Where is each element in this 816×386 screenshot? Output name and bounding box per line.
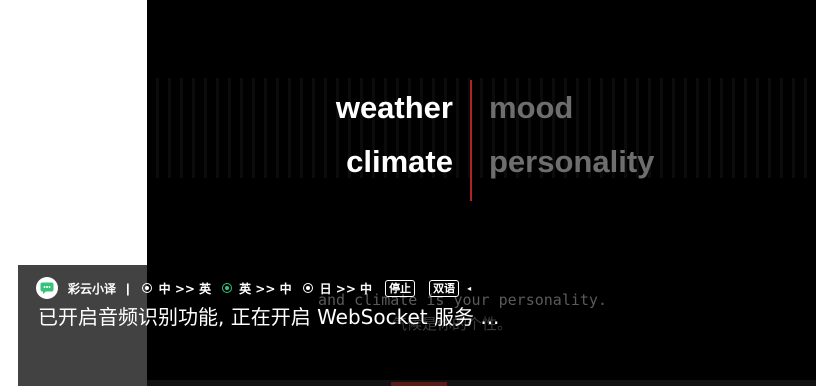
caiyun-logo-icon [36, 277, 58, 299]
video-progress-fill [391, 382, 447, 386]
option-zh-to-en[interactable]: 中 >> 英 [141, 280, 212, 297]
option-en-to-zh[interactable]: 英 >> 中 [222, 280, 292, 297]
slide-word-mood: mood [489, 90, 574, 125]
option-ja-to-zh[interactable]: 日 >> 中 [302, 280, 373, 297]
slide-word-climate: climate [346, 144, 453, 179]
bilingual-button[interactable]: 双语 [429, 279, 460, 297]
collapse-arrow-icon[interactable]: ◂ [467, 284, 471, 293]
status-message: 已开启音频识别功能, 正在开启 WebSocket 服务 ... [38, 305, 500, 329]
screen: weather climate mood personality and cli… [0, 0, 816, 386]
chat-bubble-icon [40, 282, 54, 294]
slide-word-personality: personality [489, 144, 655, 179]
app-name: 彩云小译 [68, 281, 117, 296]
radio-icon[interactable] [302, 283, 313, 293]
slide-divider [470, 80, 472, 201]
option-label: 英 >> 中 [239, 281, 292, 296]
radio-selected-icon[interactable] [222, 283, 233, 293]
translator-toolbar: 彩云小译 | 中 >> 英 英 >> 中 日 >> 中 停止 双语 ◂ [36, 276, 471, 300]
video-progress-track[interactable] [147, 380, 816, 386]
toolbar-separator: | [126, 280, 130, 296]
slide-word-weather: weather [335, 90, 453, 125]
slide-background-pattern [147, 78, 816, 178]
option-label: 中 >> 英 [158, 281, 212, 296]
stop-button[interactable]: 停止 [385, 279, 416, 297]
option-label: 日 >> 中 [319, 281, 373, 296]
radio-icon[interactable] [141, 283, 152, 293]
